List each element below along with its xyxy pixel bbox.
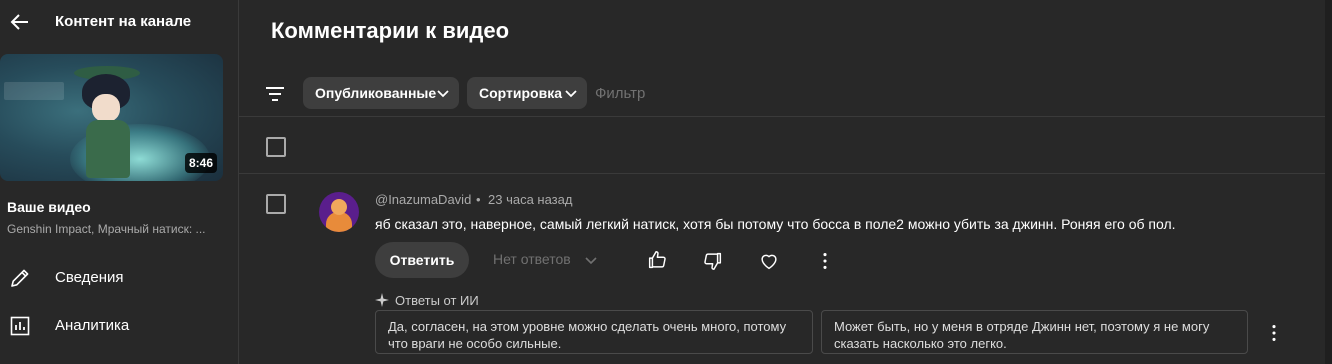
more-vert-icon[interactable] <box>814 250 836 272</box>
comment-checkbox[interactable] <box>266 194 286 214</box>
header-divider <box>239 173 1332 174</box>
sidebar-item-analytics[interactable]: Аналитика <box>0 306 238 346</box>
chevron-down-icon <box>585 257 597 265</box>
heart-icon[interactable] <box>758 250 780 272</box>
no-replies-toggle[interactable]: Нет ответов <box>493 251 571 267</box>
sidebar-item-details[interactable]: Сведения <box>0 258 238 298</box>
sort-dropdown[interactable]: Сортировка <box>467 77 587 109</box>
published-dropdown-label: Опубликованные <box>315 85 437 101</box>
scrollbar[interactable] <box>1325 0 1332 364</box>
video-thumbnail[interactable]: 8:46 <box>0 54 223 181</box>
thumbnail-character-face <box>92 94 120 122</box>
comment-author[interactable]: @InazumaDavid <box>375 192 471 207</box>
video-subtitle: Genshin Impact, Мрачный натиск: ... <box>7 222 206 236</box>
sidebar-header: Контент на канале <box>0 0 238 44</box>
meta-separator: • <box>476 192 481 207</box>
ai-suggestion-1[interactable]: Да, согласен, на этом уровне можно сдела… <box>375 310 813 354</box>
more-vert-icon[interactable] <box>1263 322 1285 344</box>
video-title: Ваше видео <box>7 199 91 215</box>
sidebar-title: Контент на канале <box>55 13 192 30</box>
avatar-figure-body <box>326 212 352 232</box>
comment-text: яб сказал это, наверное, самый легкий на… <box>375 216 1176 232</box>
avatar[interactable] <box>319 192 359 232</box>
filter-lines-icon[interactable] <box>263 82 287 106</box>
toolbar-divider <box>239 116 1332 117</box>
thumbs-down-icon[interactable] <box>702 250 724 272</box>
analytics-icon <box>10 316 30 336</box>
back-arrow-icon[interactable] <box>8 10 32 34</box>
sidebar-item-label: Аналитика <box>55 317 130 334</box>
reply-button-label: Ответить <box>389 252 455 268</box>
pencil-icon <box>11 269 29 287</box>
main-content: Комментарии к видео Опубликованные Сорти… <box>239 0 1332 364</box>
comment-timestamp: 23 часа назад <box>488 192 573 207</box>
chevron-down-icon <box>437 90 449 98</box>
sidebar: Контент на канале 8:46 Ваше видео Genshi… <box>0 0 239 364</box>
avatar-figure-head <box>331 199 347 215</box>
chevron-down-icon <box>565 90 577 98</box>
reply-button[interactable]: Ответить <box>375 242 469 278</box>
thumbnail-hud <box>4 82 64 100</box>
filter-input[interactable]: Фильтр <box>595 85 645 102</box>
select-all-checkbox[interactable] <box>266 137 286 157</box>
thumbnail-character-body <box>86 120 130 178</box>
published-dropdown[interactable]: Опубликованные <box>303 77 459 109</box>
video-duration-badge: 8:46 <box>184 153 217 173</box>
sparkle-icon <box>375 293 389 307</box>
sidebar-item-label: Сведения <box>55 269 124 286</box>
ai-suggestion-2[interactable]: Может быть, но у меня в отряде Джинн нет… <box>821 310 1248 354</box>
ai-replies-label: Ответы от ИИ <box>395 293 479 308</box>
sort-dropdown-label: Сортировка <box>479 85 562 101</box>
thumbs-up-icon[interactable] <box>646 249 668 271</box>
page-title: Комментарии к видео <box>271 18 510 43</box>
